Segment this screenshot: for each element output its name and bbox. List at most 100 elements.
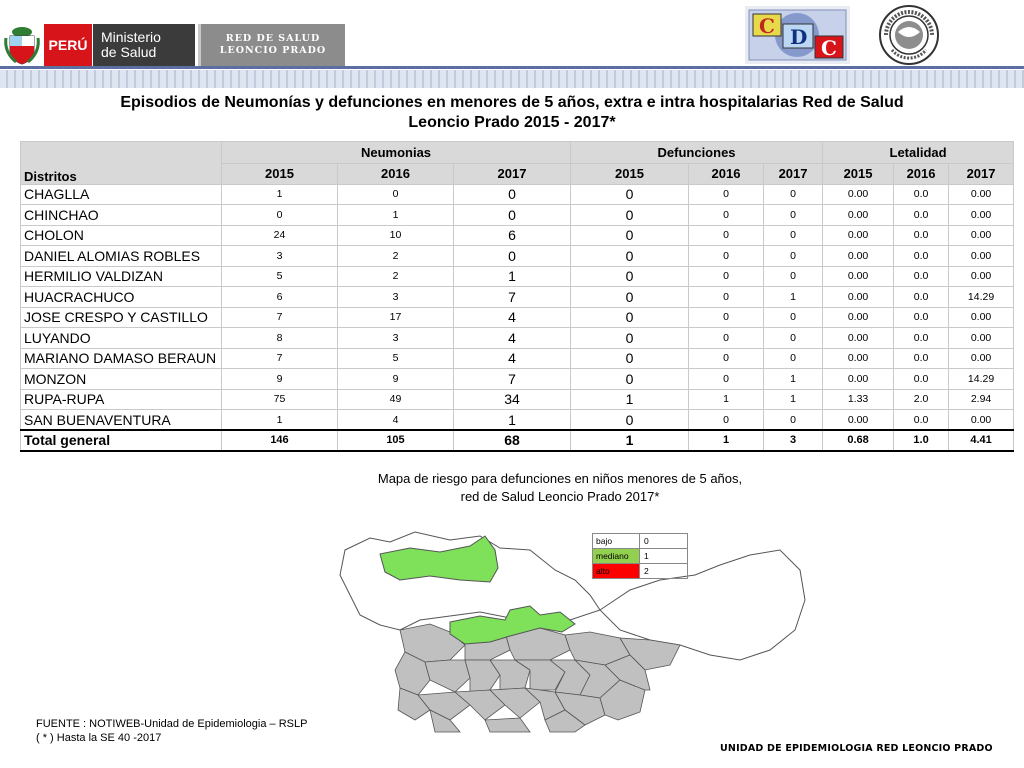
cell-l17: 0.00 [948,327,1015,349]
ministerio-de-salud-logo: Ministerio de Salud [93,24,195,66]
cell-n15: 146 [221,429,338,452]
table-row: HUACRACHUCO 6 3 7 0 0 1 0.00 0.0 14.29 [20,286,1015,308]
cell-n16: 0 [337,183,454,205]
cell-l17: 0.00 [948,245,1015,267]
cell-d15: 1 [570,429,690,452]
cell-l17: 14.29 [948,286,1015,308]
cell-n15: 3 [221,245,338,267]
cell-l15: 0.00 [822,245,895,267]
table-row: DANIEL ALOMIAS ROBLES 3 2 0 0 0 0 0.00 0.0 0.00 [20,245,1015,267]
district-name: CHAGLLA [20,183,222,205]
legend-row: bajo 0 [592,533,688,549]
cell-n17: 7 [452,368,572,390]
cell-d15: 1 [570,388,690,410]
red-de-salud-logo: RED DE SALUD LEONCIO PRADO [198,24,345,66]
peru-logo: PERÚ [44,24,92,66]
district-column-header: Distritos [20,141,222,185]
cell-n17: 0 [452,245,572,267]
year-header: 2015 [570,163,690,185]
cell-l15: 1.33 [822,388,895,410]
cell-d17: 0 [763,347,824,369]
district-name: HERMILIO VALDIZAN [20,265,222,287]
cell-d16: 0 [688,409,765,431]
cell-d17: 0 [763,224,824,246]
header-rule [0,66,1024,69]
cell-l16: 0.0 [893,327,950,349]
cell-d16: 0 [688,204,765,226]
table-row: CHAGLLA 1 0 0 0 0 0 0.00 0.0 0.00 [20,183,1015,205]
cell-n15: 75 [221,388,338,410]
year-header: 2016 [688,163,765,185]
cell-n16: 1 [337,204,454,226]
cell-l17: 4.41 [948,429,1015,452]
cell-l17: 14.29 [948,368,1015,390]
legend-value: 0 [639,533,688,549]
risk-map [339,531,806,733]
year-header: 2017 [948,163,1015,185]
cell-l16: 0.0 [893,265,950,287]
district-name: SAN BUENAVENTURA [20,409,222,431]
table-row: CHINCHAO 0 1 0 0 0 0 0.00 0.0 0.00 [20,204,1015,226]
source-note: FUENTE : NOTIWEB-Unidad de Epidemiologia… [36,718,308,744]
cell-n15: 8 [221,327,338,349]
legend-label: mediano [592,548,640,564]
cell-d17: 1 [763,388,824,410]
table-body: CHAGLLA 1 0 0 0 0 0 0.00 0.0 0.00 CHINCHAO 0 1 0 0 0 0 0.… [20,183,1015,452]
cell-n16: 105 [337,429,454,452]
table-row: CHOLON 24 10 6 0 0 0 0.00 0.0 0.00 [20,224,1015,246]
year-header: 2017 [763,163,824,185]
cell-n17: 68 [452,429,572,452]
cell-d16: 0 [688,183,765,205]
year-header: 2016 [337,163,454,185]
cell-l15: 0.00 [822,204,895,226]
cell-l15: 0.00 [822,327,895,349]
cell-l17: 0.00 [948,409,1015,431]
year-header: 2015 [822,163,895,185]
cell-n15: 24 [221,224,338,246]
svg-text:C: C [821,36,837,60]
cell-n17: 0 [452,183,572,205]
table-row: LUYANDO 8 3 4 0 0 0 0.00 0.0 0.00 [20,327,1015,349]
cell-l16: 0.0 [893,183,950,205]
cell-d16: 0 [688,286,765,308]
district-name: MONZON [20,368,222,390]
cell-n16: 5 [337,347,454,369]
cell-n15: 5 [221,265,338,287]
cell-l17: 0.00 [948,183,1015,205]
district-name: LUYANDO [20,327,222,349]
cell-l16: 0.0 [893,245,950,267]
cell-n16: 9 [337,368,454,390]
cell-d16: 1 [688,388,765,410]
cell-d16: 0 [688,265,765,287]
group-header-neumonias: Neumonias [220,141,572,164]
cell-n17: 4 [452,327,572,349]
table-row: MONZON 9 9 7 0 0 1 0.00 0.0 14.29 [20,368,1015,390]
cell-l16: 0.0 [893,286,950,308]
district-name: JOSE CRESPO Y CASTILLO [20,306,222,328]
cell-n16: 17 [337,306,454,328]
header-stripe [0,70,1024,88]
cell-d16: 0 [688,224,765,246]
cell-n16: 3 [337,286,454,308]
district-name: HUACRACHUCO [20,286,222,308]
cell-d15: 0 [570,245,690,267]
cell-n17: 6 [452,224,572,246]
cell-n15: 1 [221,409,338,431]
table-row: MARIANO DAMASO BERAUN 7 5 4 0 0 0 0.00 0.0 0.00 [20,347,1015,369]
cell-n17: 34 [452,388,572,410]
cell-d16: 0 [688,327,765,349]
cell-d15: 0 [570,204,690,226]
cell-d17: 0 [763,245,824,267]
cell-d17: 1 [763,286,824,308]
cell-n15: 1 [221,183,338,205]
cell-n16: 4 [337,409,454,431]
legend-label: alto [592,563,640,579]
total-row: Total general 146 105 68 1 1 3 0.68 1.0 4.41 [20,429,1015,452]
cell-n17: 0 [452,204,572,226]
table-group-header-row: Distritos Neumonias Defunciones Letalida… [20,141,1015,185]
cell-l16: 0.0 [893,306,950,328]
cell-d16: 0 [688,245,765,267]
cdc-logo-icon: C D C [745,6,850,64]
district-name: RUPA-RUPA [20,388,222,410]
cell-d17: 3 [763,429,824,452]
